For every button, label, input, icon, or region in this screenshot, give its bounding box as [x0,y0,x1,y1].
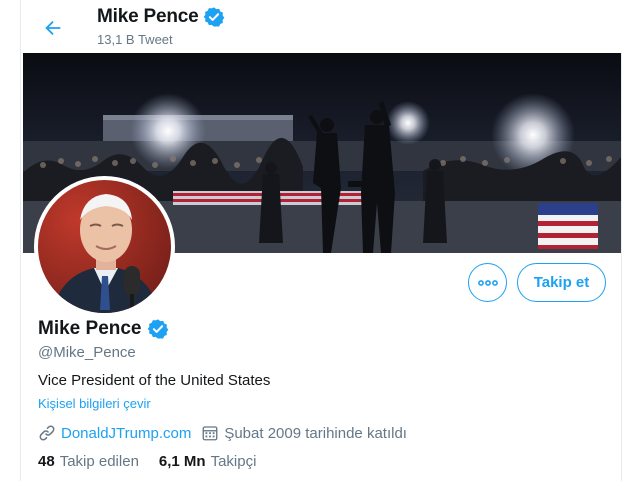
tweet-count: 13,1 B Tweet [97,32,173,47]
profile-avatar[interactable] [34,176,175,317]
following-label: Takip edilen [59,453,139,470]
website-item: DonaldJTrump.com [38,424,191,442]
following-stat-link[interactable]: 48 Takip edilen [38,453,139,470]
follow-button[interactable]: Takip et [517,263,606,302]
profile-column: Mike Pence 13,1 B Tweet Takip et Mike Pe… [20,0,623,481]
translate-bio-link[interactable]: Kişisel bilgileri çevir [38,396,151,411]
header-name: Mike Pence [97,6,199,27]
verified-badge-icon [203,7,224,27]
followers-label: Takipçi [210,453,257,470]
followers-stat-link[interactable]: 6,1 Mn Takipçi [159,453,257,470]
more-dots-icon [477,279,498,286]
avatar-photo [38,180,171,313]
calendar-icon [202,426,218,441]
header-title-row: Mike Pence [97,6,225,28]
profile-name: Mike Pence [38,318,142,339]
link-icon [39,425,55,441]
more-options-button[interactable] [468,263,507,302]
verified-badge-icon [147,319,168,339]
following-count: 48 [38,453,55,470]
followers-count: 6,1 Mn [158,453,206,470]
profile-handle: @Mike_Pence [38,344,136,361]
joined-item: Şubat 2009 tarihinde katıldı [201,424,407,442]
profile-header: Mike Pence 13,1 B Tweet [21,0,623,53]
profile-bio: Vice President of the United States [38,372,271,389]
arrow-left-icon [45,20,61,36]
profile-stats-row: 48 Takip edilen 6,1 Mn Takipçi [38,453,276,470]
website-link[interactable]: DonaldJTrump.com [61,425,191,442]
profile-meta-row: DonaldJTrump.com Şubat 2009 tarihinde ka… [38,424,417,442]
profile-name-row: Mike Pence [38,318,169,340]
joined-date: Şubat 2009 tarihinde katıldı [224,424,407,442]
portrait-image [38,180,171,313]
back-button[interactable] [37,12,69,44]
